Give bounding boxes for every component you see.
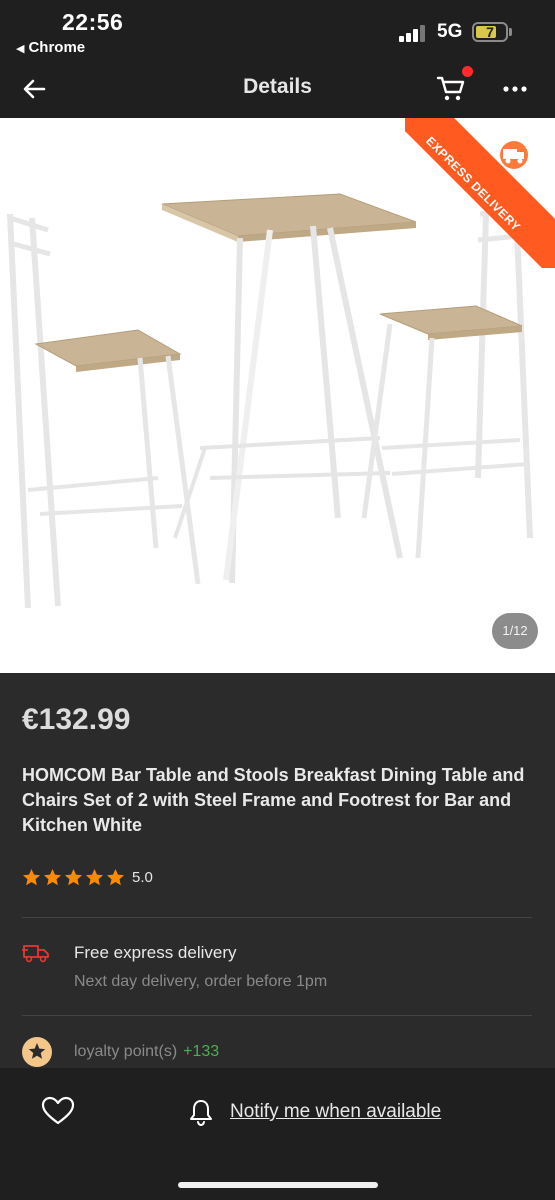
home-indicator[interactable] [178,1182,378,1188]
back-triangle-icon: ◀ [16,43,25,55]
star-icon [106,868,125,885]
back-to-app-link[interactable]: ◀ Chrome [16,39,85,56]
signal-icon [399,24,429,42]
app-screen: 22:56 ◀ Chrome 5G 7 Details EXPRESS DELI… [0,0,555,1200]
back-app-label: Chrome [28,39,86,56]
left-stool-illustration [7,213,201,609]
cart-badge-dot [462,66,473,77]
product-price: €132.99 [22,703,131,736]
loyalty-points-value: +133 [183,1043,220,1060]
loyalty-points: loyalty point(s) +133 [74,1043,219,1061]
bar-table-illustration [161,193,417,584]
delivery-subtitle: Next day delivery, order before 1pm [74,973,328,990]
divider [22,917,532,918]
delivery-truck-icon [22,945,49,963]
product-image-carousel[interactable]: EXPRESS DELIVERY 1/12 [0,118,555,673]
notify-when-available-link[interactable]: Notify me when available [230,1101,441,1123]
delivery-title: Free express delivery [74,943,237,962]
loyalty-label: loyalty point(s) [74,1043,178,1060]
status-time: 22:56 [62,9,124,35]
battery-tip [509,28,512,36]
image-counter: 1/12 [492,613,538,649]
product-title: HOMCOM Bar Table and Stools Breakfast Di… [22,765,525,835]
star-icon [43,868,62,885]
star-icon [85,868,104,885]
ribbon-label: EXPRESS DELIVERY [405,118,555,268]
battery-icon: 7 [472,22,508,42]
more-options-icon[interactable] [500,74,530,104]
star-icon [22,868,41,885]
wishlist-heart-icon[interactable] [41,1096,75,1126]
truck-badge-icon [500,141,528,169]
network-type: 5G [437,21,463,42]
page-title: Details [243,75,312,98]
bottom-action-bar: Notify me when available [0,1068,555,1200]
product-rating[interactable]: 5.0 [22,866,153,888]
star-icon [64,868,83,885]
loyalty-star-icon [22,1037,52,1067]
bell-icon [190,1100,212,1126]
express-delivery-ribbon: EXPRESS DELIVERY [405,118,555,268]
rating-value: 5.0 [132,868,153,886]
status-bar: 22:56 ◀ Chrome 5G 7 [0,0,555,62]
divider [22,1015,532,1016]
product-details: €132.99 HOMCOM Bar Table and Stools Brea… [0,673,555,1068]
battery-level: 7 [486,24,494,40]
